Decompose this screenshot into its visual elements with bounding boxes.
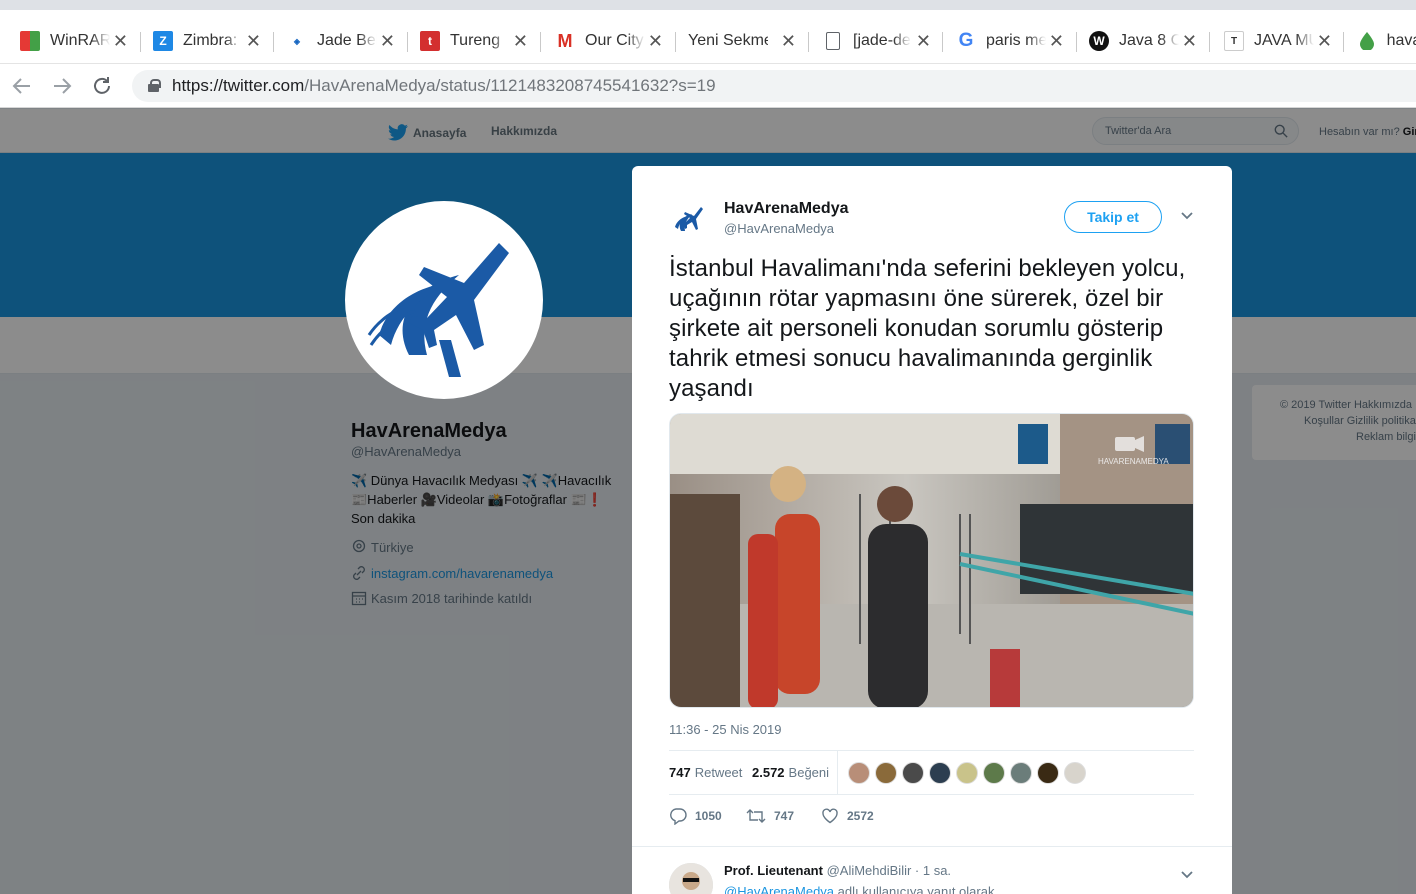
tab-divider: [273, 32, 274, 52]
tweet-author-name[interactable]: HavArenaMedya: [724, 200, 849, 218]
video-frame-image: HAVARENAMEDYA: [670, 414, 1193, 707]
close-tab-icon[interactable]: ✕: [246, 31, 261, 51]
video-watermark: HAVARENAMEDYA: [1098, 457, 1169, 466]
liker-avatar[interactable]: [848, 762, 870, 784]
tab-divider: [675, 32, 676, 52]
winrar-icon: [20, 31, 40, 51]
window-top-strip: [0, 0, 1416, 10]
like-stat[interactable]: 2.572 Beğeni: [752, 765, 829, 780]
tab-divider: [1209, 32, 1210, 52]
tab-gmail[interactable]: M Our City ✕: [555, 26, 663, 56]
drop-icon: [1357, 31, 1377, 51]
close-tab-icon[interactable]: ✕: [380, 31, 395, 51]
tweet-actions: 1050 747 2572: [669, 807, 1194, 831]
tab-divider: [540, 32, 541, 52]
havarena-logo-icon: [349, 205, 539, 395]
tab-divider: [1343, 32, 1344, 52]
url-field[interactable]: https://twitter.com/HavArenaMedya/status…: [132, 70, 1416, 102]
tureng-icon: t: [420, 31, 440, 51]
gmail-icon: M: [555, 31, 575, 51]
forward-arrow-icon: [54, 78, 72, 94]
diro-icon: ◈: [287, 31, 307, 51]
close-tab-icon[interactable]: ✕: [113, 31, 128, 51]
reply-author[interactable]: Prof. Lieutenant @AliMehdiBilir · 1 sa.: [724, 863, 951, 878]
close-tab-icon[interactable]: ✕: [1182, 31, 1197, 51]
back-arrow-icon: [12, 78, 30, 94]
address-bar: https://twitter.com/HavArenaMedya/status…: [0, 64, 1416, 108]
tweet-stats: 747 Retweet 2.572 Beğeni: [669, 750, 1194, 795]
like-button[interactable]: 2572: [821, 807, 874, 825]
reply-icon: [670, 808, 687, 825]
liker-avatar[interactable]: [929, 762, 951, 784]
profile-avatar[interactable]: [345, 201, 543, 399]
liker-avatar[interactable]: [902, 762, 924, 784]
liker-avatar[interactable]: [1064, 762, 1086, 784]
tab-new[interactable]: Yeni Sekme ✕: [688, 26, 796, 56]
tab-java-mu[interactable]: T JAVA MU ✕: [1224, 26, 1332, 56]
tweet-timestamp[interactable]: 11:36 - 25 Nis 2019: [669, 722, 782, 737]
google-icon: G: [956, 30, 976, 51]
close-tab-icon[interactable]: ✕: [1049, 31, 1064, 51]
back-button[interactable]: [10, 74, 34, 98]
url-text: https://twitter.com/HavArenaMedya/status…: [172, 76, 716, 95]
reply-button[interactable]: 1050: [669, 807, 722, 825]
chevron-down-icon[interactable]: [1180, 867, 1194, 881]
close-tab-icon[interactable]: ✕: [648, 31, 663, 51]
liker-avatar[interactable]: [875, 762, 897, 784]
close-tab-icon[interactable]: ✕: [513, 31, 528, 51]
twitter-page: Anasayfa Hakkımızda Twitter'da Ara Hesab…: [0, 109, 1416, 894]
tab-divider: [140, 32, 141, 52]
document-icon: [826, 32, 840, 50]
tab-tureng[interactable]: t Tureng ✕: [420, 26, 528, 56]
replying-to-link[interactable]: @HavArenaMedya: [724, 884, 834, 894]
tweet-text: İstanbul Havalimanı'nda seferini bekleye…: [669, 255, 1186, 402]
tweet-modal: HavArenaMedya @HavArenaMedya Takip et İs…: [632, 166, 1232, 894]
liker-avatar[interactable]: [956, 762, 978, 784]
text-icon: T: [1224, 31, 1244, 51]
liker-avatar[interactable]: [1037, 762, 1059, 784]
havarena-logo-icon: [669, 199, 709, 239]
close-tab-icon[interactable]: ✕: [916, 31, 931, 51]
lock-icon: [148, 79, 161, 92]
person-avatar-icon: [669, 863, 713, 894]
tab-java8[interactable]: W Java 8 C ✕: [1089, 26, 1197, 56]
tweet-author-handle[interactable]: @HavArenaMedya: [724, 221, 834, 236]
tab-divider: [407, 32, 408, 52]
tab-divider: [808, 32, 809, 52]
tab-jade-de[interactable]: [jade-de ✕: [823, 26, 931, 56]
tab-hava[interactable]: hava: [1357, 26, 1416, 56]
heart-icon: [822, 808, 838, 824]
retweet-icon: [746, 809, 766, 823]
retweet-button[interactable]: 747: [746, 807, 794, 825]
tab-google[interactable]: G paris me ✕: [956, 26, 1064, 56]
reply-author-avatar[interactable]: [669, 863, 713, 894]
tab-zimbra[interactable]: Z Zimbra: ✕: [153, 26, 261, 56]
tweet-video[interactable]: HAVARENAMEDYA: [669, 413, 1194, 708]
close-tab-icon[interactable]: ✕: [1317, 31, 1332, 51]
liker-avatar[interactable]: [1010, 762, 1032, 784]
tweet-author-avatar[interactable]: [669, 199, 709, 239]
follow-button[interactable]: Takip et: [1064, 201, 1162, 233]
stats-divider: [837, 751, 838, 795]
liker-avatar[interactable]: [983, 762, 1005, 784]
chevron-down-icon[interactable]: [1180, 208, 1194, 222]
forward-button[interactable]: [50, 74, 74, 98]
replying-to: @HavArenaMedya adlı kullanıcıya yanıt ol…: [724, 884, 994, 894]
reload-icon: [94, 77, 110, 94]
retweet-stat[interactable]: 747 Retweet: [669, 765, 742, 780]
tab-winrar[interactable]: WinRAR ✕: [20, 26, 128, 56]
wikipedia-icon: W: [1089, 31, 1109, 51]
tab-divider: [942, 32, 943, 52]
close-tab-icon[interactable]: ✕: [781, 31, 796, 51]
zimbra-icon: Z: [153, 31, 173, 51]
reload-button[interactable]: [90, 74, 114, 98]
tab-jade[interactable]: ◈ Jade Bel ✕: [287, 26, 395, 56]
reply-tweet[interactable]: Prof. Lieutenant @AliMehdiBilir · 1 sa. …: [632, 846, 1232, 894]
tab-bar: WinRAR ✕ Z Zimbra: ✕ ◈ Jade Bel ✕ t Ture…: [0, 10, 1416, 64]
liker-avatars: [848, 762, 1091, 784]
tab-divider: [1076, 32, 1077, 52]
